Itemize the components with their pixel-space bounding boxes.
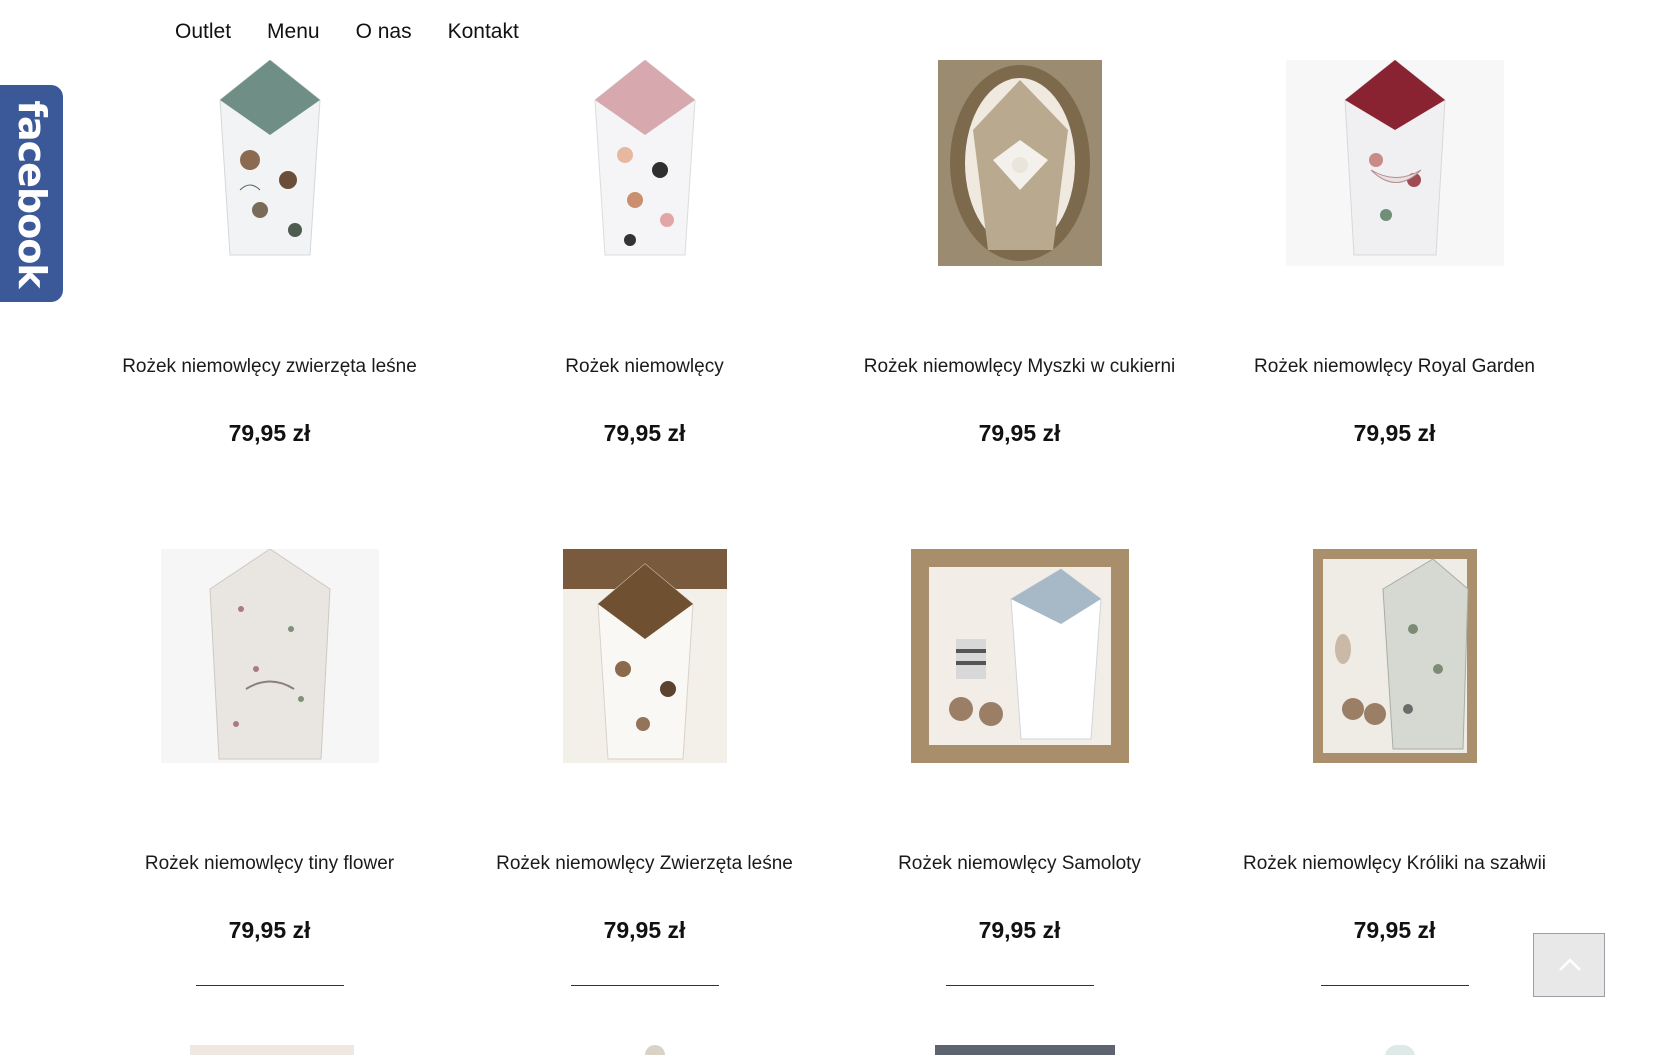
chevron-up-icon (1559, 958, 1581, 971)
facebook-side-tab[interactable]: facebook (0, 85, 63, 302)
product-card[interactable]: Rożek niemowlęcy Royal Garden 79,95 zł (1207, 0, 1582, 480)
scroll-to-top-button[interactable] (1533, 933, 1605, 997)
nav-item-outlet[interactable]: Outlet (175, 20, 231, 44)
swaddle-brown-forest-animals-icon (562, 549, 727, 763)
product-title[interactable]: Rożek niemowlęcy zwierzęta leśne (82, 356, 457, 378)
product-price: 79,95 zł (228, 917, 311, 943)
product-image-partial (645, 1045, 665, 1055)
swaddle-blue-airplanes-icon (910, 549, 1129, 763)
swaddle-tiny-flower-icon (160, 549, 379, 763)
product-image[interactable] (1285, 60, 1504, 266)
product-price: 79,95 zł (603, 917, 686, 943)
product-title[interactable]: Rożek niemowlęcy Myszki w cukierni (832, 356, 1207, 378)
product-card[interactable]: Rożek niemowlęcy 79,95 zł (457, 0, 832, 480)
product-title[interactable]: Rożek niemowlęcy Zwierzęta leśne (457, 853, 832, 875)
product-divider (945, 985, 1094, 986)
product-title[interactable]: Rożek niemowlęcy (457, 356, 832, 378)
nav-item-o-nas[interactable]: O nas (356, 20, 412, 44)
swaddle-burgundy-floral-icon (1285, 60, 1504, 266)
product-title[interactable]: Rożek niemowlęcy Samoloty (832, 853, 1207, 875)
product-card[interactable]: Rożek niemowlęcy tiny flower 79,95 zł (82, 495, 457, 995)
product-image[interactable] (562, 549, 727, 763)
product-image-partial (935, 1045, 1115, 1055)
product-price: 79,95 zł (228, 420, 311, 446)
product-image[interactable] (585, 60, 705, 260)
product-row: Rożek niemowlęcy zwierzęta leśne 79,95 z… (82, 0, 1582, 500)
nav-item-menu[interactable]: Menu (267, 20, 320, 44)
product-card[interactable]: Rożek niemowlęcy Samoloty 79,95 zł (832, 495, 1207, 995)
product-price: 79,95 zł (603, 420, 686, 446)
swaddle-beige-in-basket-icon (937, 60, 1102, 266)
product-image[interactable] (937, 60, 1102, 266)
nav-item-kontakt[interactable]: Kontakt (448, 20, 519, 44)
product-price: 79,95 zł (1353, 917, 1436, 943)
product-divider (570, 985, 719, 986)
product-image[interactable] (1312, 549, 1477, 763)
product-image-partial (1385, 1045, 1415, 1055)
top-navigation: Outlet Menu O nas Kontakt (175, 20, 519, 44)
swaddle-teal-forest-animals-icon (218, 60, 321, 256)
product-card[interactable]: Rożek niemowlęcy Myszki w cukierni 79,95… (832, 0, 1207, 480)
product-image-partial (190, 1045, 354, 1055)
product-image[interactable] (910, 549, 1129, 763)
product-divider (195, 985, 344, 986)
product-image[interactable] (210, 60, 330, 260)
facebook-logo-icon: facebook (9, 99, 54, 288)
product-price: 79,95 zł (978, 917, 1061, 943)
product-title[interactable]: Rożek niemowlęcy Króliki na szałwii (1207, 853, 1582, 875)
swaddle-pink-pandas-icon (593, 60, 696, 256)
product-card[interactable]: Rożek niemowlęcy Zwierzęta leśne 79,95 z… (457, 495, 832, 995)
product-title[interactable]: Rożek niemowlęcy Royal Garden (1207, 356, 1582, 378)
product-title[interactable]: Rożek niemowlęcy tiny flower (82, 853, 457, 875)
product-divider (1320, 985, 1469, 986)
product-price: 79,95 zł (1353, 420, 1436, 446)
product-card[interactable]: Rożek niemowlęcy Króliki na szałwii 79,9… (1207, 495, 1582, 995)
product-row: Rożek niemowlęcy tiny flower 79,95 zł Ro… (82, 495, 1582, 995)
product-card[interactable]: Rożek niemowlęcy zwierzęta leśne 79,95 z… (82, 0, 457, 480)
product-price: 79,95 zł (978, 420, 1061, 446)
swaddle-sage-rabbits-icon (1312, 549, 1477, 763)
product-image[interactable] (160, 549, 379, 763)
